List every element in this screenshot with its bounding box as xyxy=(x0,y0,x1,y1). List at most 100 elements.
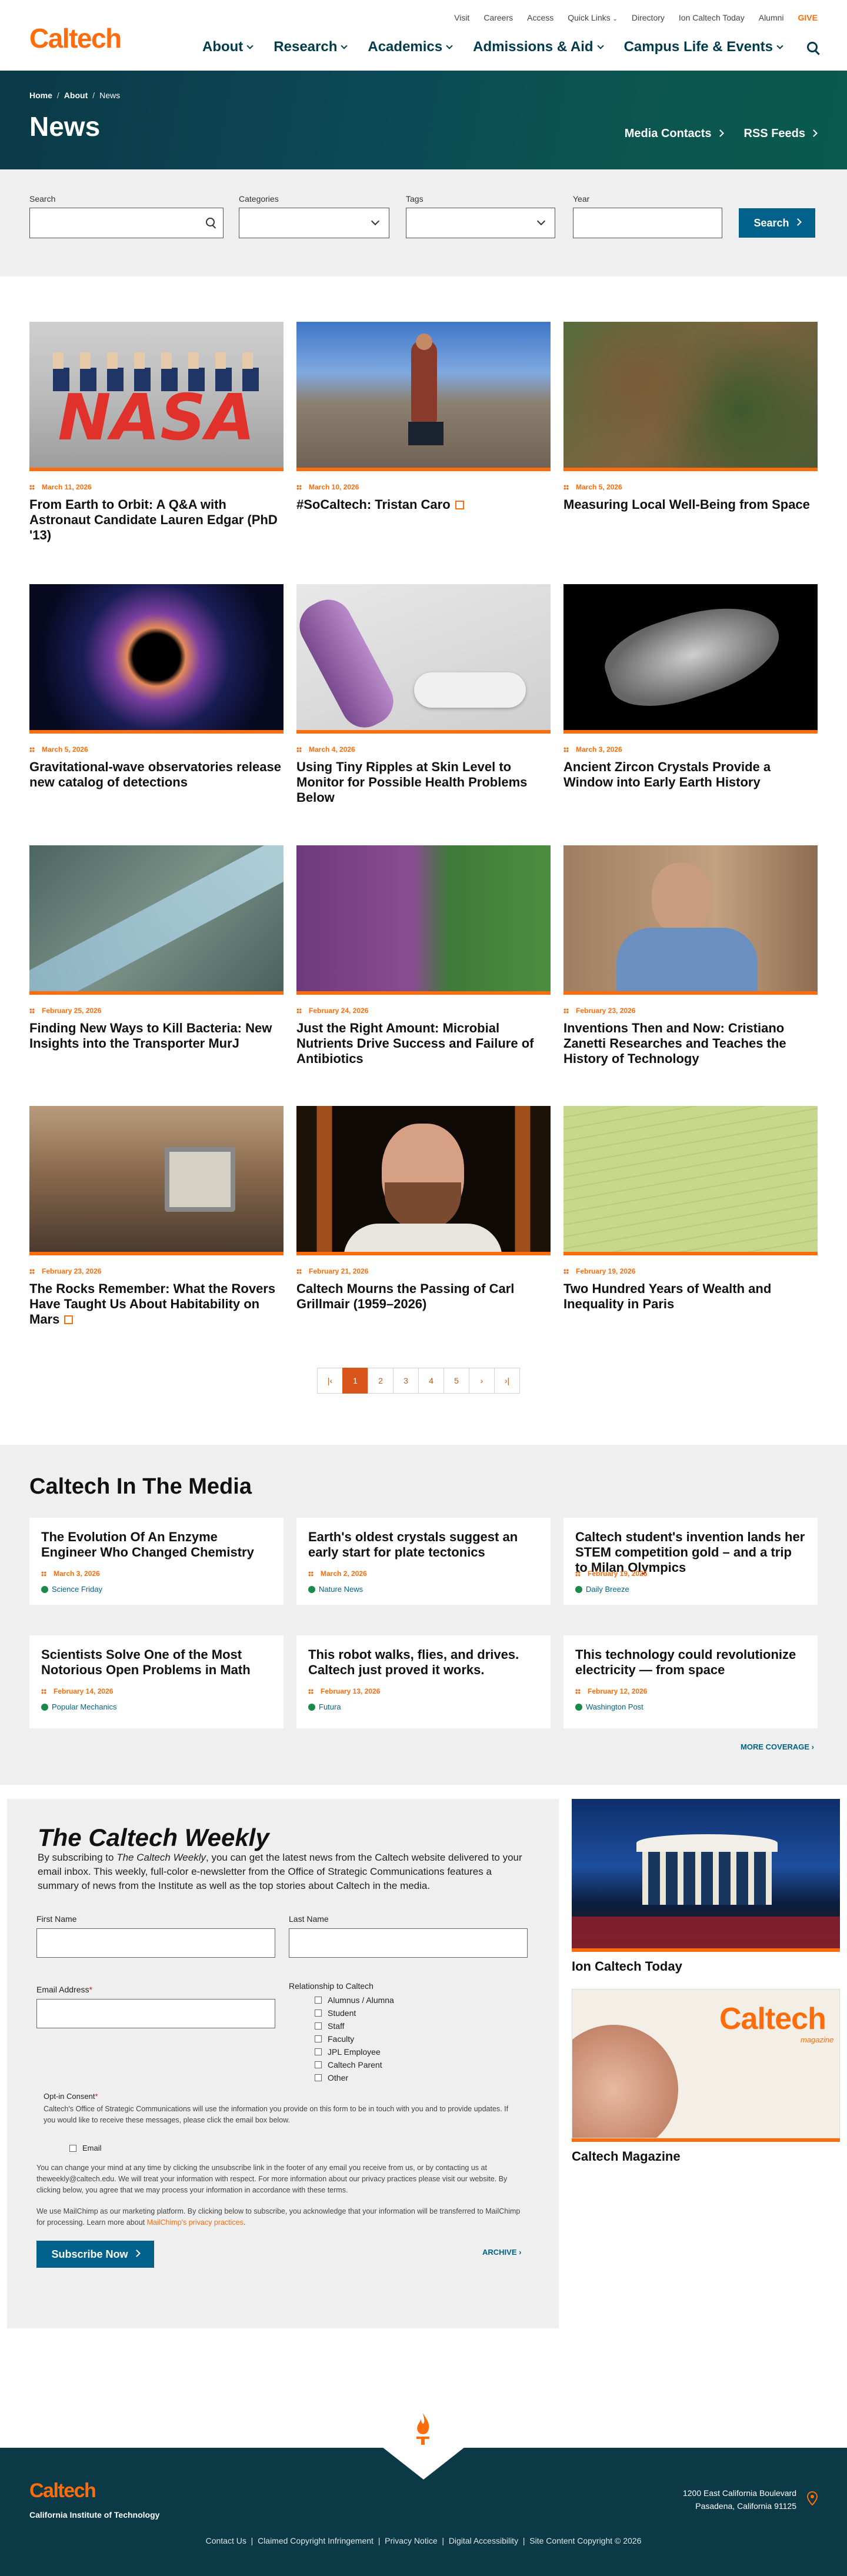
article-title[interactable]: Two Hundred Years of Wealth and Inequali… xyxy=(563,1281,818,1312)
media-title[interactable]: The Evolution Of An Enzyme Engineer Who … xyxy=(41,1529,272,1560)
nav-research[interactable]: Research xyxy=(274,39,348,55)
media-card[interactable]: Scientists Solve One of the Most Notorio… xyxy=(29,1635,284,1728)
rss-feeds-link[interactable]: RSS Feeds xyxy=(744,127,818,141)
article-title[interactable]: #SoCaltech: Tristan Caro xyxy=(296,497,551,512)
util-link-visit[interactable]: Visit xyxy=(454,13,469,22)
media-card[interactable]: Earth's oldest crystals suggest an early… xyxy=(296,1518,551,1605)
caltech-magazine-promo[interactable]: Caltech magazine Caltech Magazine xyxy=(572,1989,840,2164)
checkbox-jpl[interactable]: JPL Employee xyxy=(315,2047,381,2057)
article-card[interactable]: February 19, 2026 Two Hundred Years of W… xyxy=(563,1106,818,1312)
last-name-field[interactable] xyxy=(289,1928,528,1958)
pagination-next[interactable]: › xyxy=(469,1368,495,1394)
article-title[interactable]: The Rocks Remember: What the Rovers Have… xyxy=(29,1281,284,1327)
nav-campus-life[interactable]: Campus Life & Events xyxy=(624,39,783,55)
article-card[interactable]: NASA March 11, 2026 From Earth to Orbit:… xyxy=(29,322,284,543)
checkbox-alumnus[interactable]: Alumnus / Alumna xyxy=(315,1995,394,2005)
checkbox[interactable] xyxy=(315,2022,322,2030)
ion-caltech-today-promo[interactable]: Ion Caltech Today xyxy=(572,1799,840,1974)
article-card[interactable]: March 5, 2026 Measuring Local Well-Being… xyxy=(563,322,818,512)
footer-link-accessibility[interactable]: Digital Accessibility xyxy=(449,2536,518,2545)
footer-link-copyright[interactable]: Claimed Copyright Infringement xyxy=(258,2536,374,2545)
search-icon[interactable] xyxy=(807,42,820,55)
checkbox[interactable] xyxy=(315,2061,322,2068)
article-title[interactable]: From Earth to Orbit: A Q&A with Astronau… xyxy=(29,497,284,543)
nav-about[interactable]: About xyxy=(202,39,254,55)
checkbox-staff[interactable]: Staff xyxy=(315,2021,345,2031)
article-card[interactable]: February 25, 2026 Finding New Ways to Ki… xyxy=(29,845,284,1051)
map-pin-icon[interactable] xyxy=(806,2491,818,2506)
checkbox-other[interactable]: Other xyxy=(315,2073,348,2082)
article-card[interactable]: March 5, 2026 Gravitational-wave observa… xyxy=(29,584,284,790)
article-title[interactable]: Measuring Local Well-Being from Space xyxy=(563,497,818,512)
media-title[interactable]: Earth's oldest crystals suggest an early… xyxy=(308,1529,539,1560)
util-link-careers[interactable]: Careers xyxy=(483,13,513,22)
article-card[interactable]: March 4, 2026 Using Tiny Ripples at Skin… xyxy=(296,584,551,805)
pagination-last[interactable]: ›| xyxy=(494,1368,520,1394)
media-title[interactable]: This robot walks, flies, and drives. Cal… xyxy=(308,1647,539,1678)
article-card[interactable]: February 23, 2026 The Rocks Remember: Wh… xyxy=(29,1106,284,1327)
article-title[interactable]: Using Tiny Ripples at Skin Level to Moni… xyxy=(296,759,551,805)
more-coverage-link[interactable]: MORE COVERAGE › xyxy=(741,1742,814,1751)
util-link-alumni[interactable]: Alumni xyxy=(759,13,784,22)
media-card[interactable]: Caltech student's invention lands her ST… xyxy=(563,1518,818,1605)
caltech-magazine-title[interactable]: Caltech Magazine xyxy=(572,2149,840,2164)
media-title[interactable]: Scientists Solve One of the Most Notorio… xyxy=(41,1647,272,1678)
checkbox-parent[interactable]: Caltech Parent xyxy=(315,2060,382,2070)
search-input[interactable] xyxy=(29,208,224,238)
article-title[interactable]: Just the Right Amount: Microbial Nutrien… xyxy=(296,1021,551,1067)
pagination-page-5[interactable]: 5 xyxy=(443,1368,469,1394)
article-card[interactable]: March 10, 2026 #SoCaltech: Tristan Caro xyxy=(296,322,551,512)
util-link-ion-caltech-today[interactable]: Ion Caltech Today xyxy=(679,13,745,22)
year-input[interactable] xyxy=(573,208,722,238)
search-button[interactable]: Search xyxy=(739,208,815,238)
article-card[interactable]: February 21, 2026 Caltech Mourns the Pas… xyxy=(296,1106,551,1312)
pagination-page-3[interactable]: 3 xyxy=(393,1368,419,1394)
checkbox[interactable] xyxy=(315,2074,322,2081)
article-title[interactable]: Gravitational-wave observatories release… xyxy=(29,759,284,790)
checkbox[interactable] xyxy=(315,2010,322,2017)
mailchimp-privacy-link[interactable]: MailChimp's privacy practices xyxy=(147,2218,244,2227)
subscribe-button[interactable]: Subscribe Now xyxy=(36,2241,154,2268)
checkbox-email-consent[interactable]: Email xyxy=(69,2144,102,2152)
media-card[interactable]: This robot walks, flies, and drives. Cal… xyxy=(296,1635,551,1728)
util-link-directory[interactable]: Directory xyxy=(632,13,665,22)
archive-link[interactable]: ARCHIVE › xyxy=(482,2248,521,2257)
article-title[interactable]: Inventions Then and Now: Cristiano Zanet… xyxy=(563,1021,818,1067)
breadcrumb-about[interactable]: About xyxy=(64,91,88,100)
footer-logo[interactable]: Caltech xyxy=(29,2480,96,2502)
media-title[interactable]: This technology could revolutionize elec… xyxy=(575,1647,806,1678)
pagination-page-1[interactable]: 1 xyxy=(342,1368,368,1394)
media-card[interactable]: This technology could revolutionize elec… xyxy=(563,1635,818,1728)
checkbox-faculty[interactable]: Faculty xyxy=(315,2034,354,2044)
caltech-logo[interactable]: Caltech xyxy=(29,22,122,54)
media-card[interactable]: The Evolution Of An Enzyme Engineer Who … xyxy=(29,1518,284,1605)
article-title[interactable]: Finding New Ways to Kill Bacteria: New I… xyxy=(29,1021,284,1051)
checkbox[interactable] xyxy=(69,2144,76,2152)
checkbox[interactable] xyxy=(315,2035,322,2042)
tags-select[interactable] xyxy=(406,208,555,238)
footer-link-contact[interactable]: Contact Us xyxy=(206,2536,246,2545)
util-link-access[interactable]: Access xyxy=(527,13,553,22)
first-name-field[interactable] xyxy=(36,1928,275,1958)
article-card[interactable]: February 23, 2026 Inventions Then and No… xyxy=(563,845,818,1067)
checkbox-student[interactable]: Student xyxy=(315,2008,356,2018)
give-link[interactable]: GIVE xyxy=(798,13,818,22)
article-title[interactable]: Ancient Zircon Crystals Provide a Window… xyxy=(563,759,818,790)
breadcrumb-home[interactable]: Home xyxy=(29,91,52,100)
util-link-quick-links[interactable]: Quick Links ⌄ xyxy=(568,13,618,22)
pagination-page-2[interactable]: 2 xyxy=(368,1368,394,1394)
pagination-page-4[interactable]: 4 xyxy=(418,1368,444,1394)
checkbox[interactable] xyxy=(315,1997,322,2004)
categories-select[interactable] xyxy=(239,208,389,238)
email-field[interactable] xyxy=(36,1999,275,2028)
nav-academics[interactable]: Academics xyxy=(368,39,453,55)
footer-link-privacy[interactable]: Privacy Notice xyxy=(385,2536,437,2545)
article-title[interactable]: Caltech Mourns the Passing of Carl Grill… xyxy=(296,1281,551,1312)
ion-caltech-today-title[interactable]: Ion Caltech Today xyxy=(572,1959,840,1974)
article-card[interactable]: February 24, 2026 Just the Right Amount:… xyxy=(296,845,551,1067)
pagination-first[interactable]: |‹ xyxy=(317,1368,343,1394)
article-card[interactable]: March 3, 2026 Ancient Zircon Crystals Pr… xyxy=(563,584,818,790)
checkbox[interactable] xyxy=(315,2048,322,2055)
media-contacts-link[interactable]: Media Contacts xyxy=(625,127,724,141)
nav-admissions[interactable]: Admissions & Aid xyxy=(473,39,604,55)
